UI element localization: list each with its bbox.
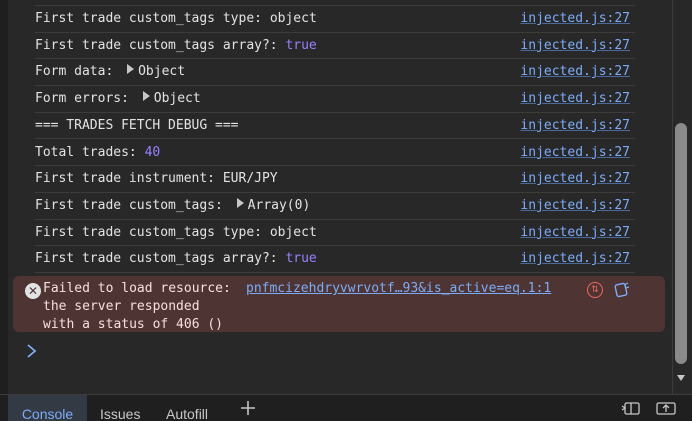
console-message-text: First trade custom_tags type: object [35, 11, 317, 26]
message-label: First trade custom_tags array?: [35, 37, 286, 53]
console-message-text: === TRADES FETCH DEBUG === [35, 118, 239, 133]
tab-issues-label: Issues [100, 406, 141, 421]
ai-explain-icon[interactable] [613, 281, 631, 299]
message-label: First trade custom_tags type: [35, 224, 270, 240]
message-value: true [285, 251, 317, 267]
source-link[interactable]: injected.js:27 [520, 198, 630, 213]
source-link[interactable]: injected.js:27 [520, 91, 630, 106]
console-message-text: Form errors: Object [35, 91, 201, 106]
tab-console[interactable]: Console [8, 395, 87, 421]
message-label: === TRADES FETCH DEBUG === [35, 117, 239, 133]
expand-triangle-icon[interactable] [127, 64, 135, 75]
message-label: Form data: [35, 64, 122, 80]
message-label: Form errors: [35, 91, 137, 107]
source-link[interactable]: injected.js:27 [520, 11, 630, 26]
close-icon: ✕ [25, 283, 41, 299]
console-message-text: First trade custom_tags: Array(0) [35, 197, 311, 213]
message-value: object [269, 224, 317, 240]
console-message-text: First trade instrument: EUR/JPY [35, 171, 278, 186]
error-line-3: with a status of 406 () [43, 317, 224, 332]
source-link[interactable]: injected.js:27 [520, 38, 630, 53]
message-label: First trade custom_tags: [35, 197, 231, 213]
dock-side-icon[interactable] [620, 400, 642, 416]
console-message-text: Total trades: 40 [35, 145, 160, 160]
console-message-text: First trade custom_tags type: object [35, 225, 317, 240]
drawer-tab-bar: Console Issues Autofill [0, 394, 692, 421]
expand-triangle-icon[interactable] [142, 91, 150, 102]
error-source-link[interactable]: pnfmcizehdryvwrvotf…93&is_active=eq.1:1 [246, 280, 551, 298]
source-link[interactable]: injected.js:27 [520, 64, 630, 79]
message-value[interactable]: Object [138, 64, 185, 79]
source-link[interactable]: injected.js:27 [520, 251, 630, 266]
console-message-row: First trade custom_tags type: object inje… [35, 220, 635, 247]
console-message-row: Form errors: Object injected.js:27 [35, 86, 635, 113]
message-value: EUR/JPY [222, 171, 278, 187]
message-label: First trade instrument: [35, 171, 223, 187]
source-link[interactable]: injected.js:27 [520, 145, 630, 160]
add-tab-icon[interactable] [239, 399, 257, 417]
console-message-row: First trade custom_tags array?: true inje… [35, 246, 635, 273]
console-message-row: First trade custom_tags: Array(0) injecte… [35, 193, 635, 220]
source-link[interactable]: injected.js:27 [520, 171, 630, 186]
message-label: First trade custom_tags array?: [35, 251, 286, 267]
tab-autofill[interactable]: Autofill [166, 395, 208, 421]
source-link[interactable]: injected.js:27 [520, 118, 630, 133]
undock-drawer-icon[interactable] [655, 400, 677, 416]
error-text: Failed to load resource: the server resp… [43, 280, 231, 334]
console-message-text: Form data: Object [35, 64, 185, 79]
network-request-icon[interactable]: ⇅ [587, 282, 603, 298]
console-message-text: First trade custom_tags array?: true [35, 251, 317, 266]
tab-autofill-label: Autofill [166, 406, 209, 421]
error-line-2: the server responded [43, 299, 200, 314]
console-message-row: === TRADES FETCH DEBUG === injected.js:27 [35, 113, 635, 140]
message-label: Total trades: [35, 144, 145, 160]
message-value[interactable]: Array(0) [248, 198, 311, 213]
scroll-down-arrow-icon[interactable] [675, 373, 687, 383]
tab-issues[interactable]: Issues [100, 395, 140, 421]
source-link[interactable]: injected.js:27 [520, 225, 630, 240]
message-value: object [269, 11, 317, 26]
console-message-row: Form data: Object injected.js:27 [35, 59, 635, 87]
console-message-row: First trade instrument: EUR/JPY injected.… [35, 166, 635, 193]
tab-console-label: Console [21, 406, 74, 421]
panel-left-edge [0, 0, 8, 394]
chevron-right-icon[interactable] [24, 343, 40, 359]
console-message-text: First trade custom_tags array?: true [35, 38, 317, 53]
error-line-1: Failed to load resource: [43, 281, 231, 296]
message-label: First trade custom_tags type: [35, 11, 270, 26]
message-value: true [285, 37, 317, 53]
console-message-row: Total trades: 40 injected.js:27 [35, 140, 635, 167]
message-value: 40 [144, 144, 161, 160]
console-message-row: First trade custom_tags type: object inje… [35, 6, 635, 33]
expand-triangle-icon[interactable] [236, 197, 244, 208]
error-message: ✕ Failed to load resource: the server re… [13, 276, 665, 332]
scrollbar-thumb[interactable] [675, 123, 687, 364]
message-value[interactable]: Object [154, 91, 201, 106]
console-message-row: First trade custom_tags array?: true inje… [35, 33, 635, 60]
